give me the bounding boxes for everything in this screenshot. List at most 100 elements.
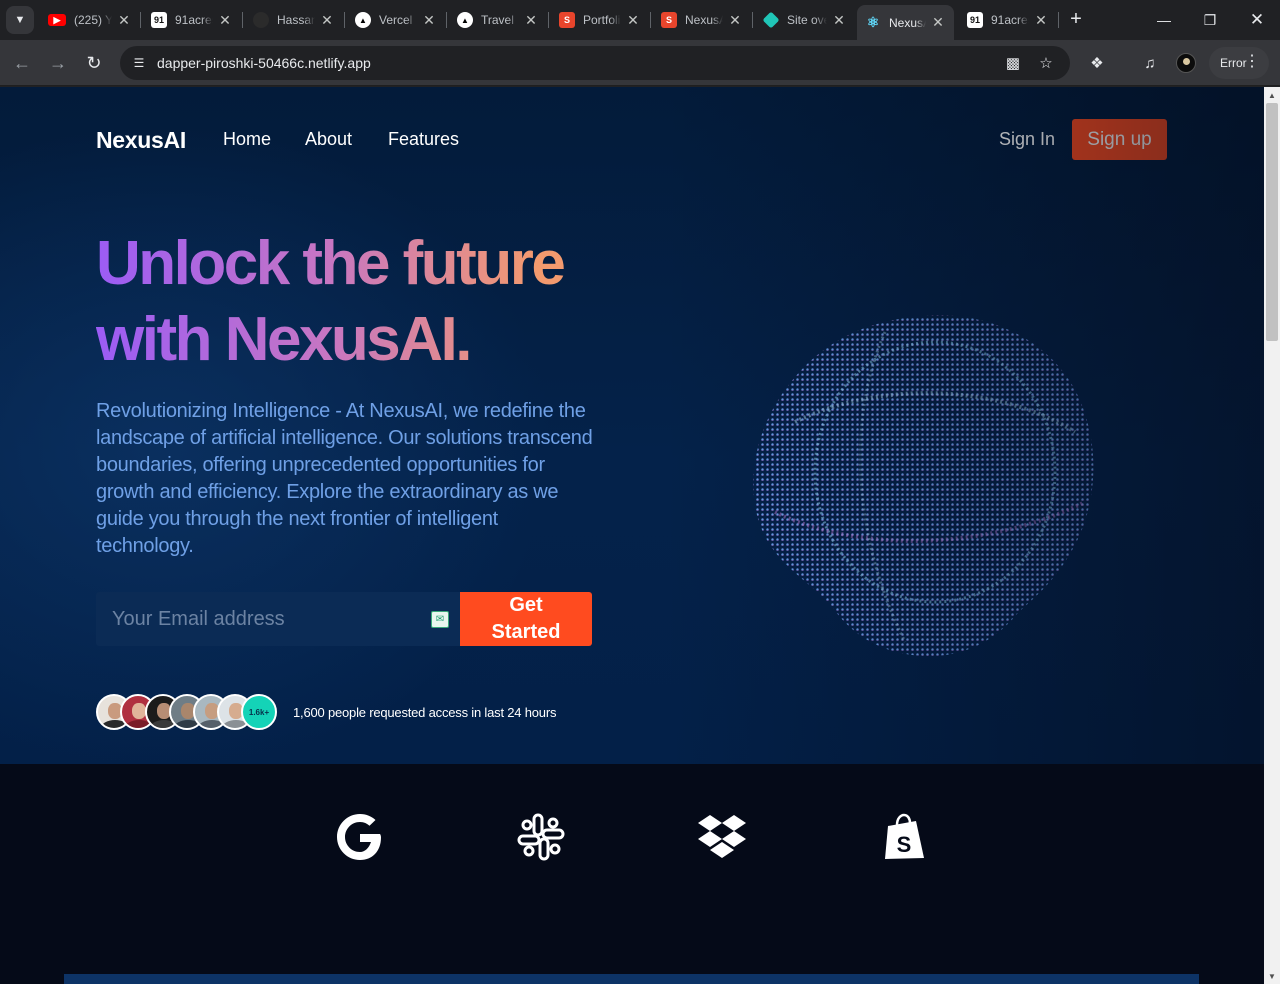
91-icon: 91	[151, 12, 167, 28]
tab-search-button[interactable]: ▼	[6, 6, 34, 34]
close-icon[interactable]: ✕	[421, 12, 437, 29]
close-icon[interactable]: ✕	[930, 14, 946, 31]
vercel-icon: ▲	[457, 12, 473, 28]
91-icon: 91	[967, 12, 983, 28]
close-icon: ✕	[1249, 10, 1265, 29]
youtube-icon: ▶	[48, 14, 66, 26]
tab-separator	[446, 12, 447, 28]
minimize-button[interactable]: —	[1141, 0, 1187, 40]
s-icon: S	[661, 12, 677, 28]
headline-line-2: with NexusAI.	[96, 305, 471, 374]
profile-avatar[interactable]	[1176, 53, 1196, 73]
tab-separator	[242, 12, 243, 28]
partner-logos-section: S	[0, 764, 1264, 984]
bookmark-star-icon[interactable]: ☆	[1036, 53, 1056, 73]
error-button[interactable]: Error ⋮	[1209, 47, 1269, 79]
tab-separator	[140, 12, 141, 28]
github-icon	[253, 12, 269, 28]
forward-button[interactable]: →	[44, 49, 72, 77]
media-control-icon[interactable]: ♫	[1138, 51, 1162, 75]
close-icon[interactable]: ✕	[523, 12, 539, 29]
tab-label: NexusAI	[889, 15, 926, 30]
email-field-wrapper: ✉	[96, 592, 460, 646]
scroll-up-arrow-icon[interactable]: ▲	[1264, 87, 1280, 103]
tab-netlify[interactable]: Site overview ✕	[755, 6, 855, 34]
close-icon[interactable]: ✕	[1033, 12, 1049, 29]
close-icon[interactable]: ✕	[217, 12, 233, 29]
tab-youtube[interactable]: ▶ (225) YouTube ✕	[40, 6, 140, 34]
tab-github[interactable]: Hassan ✕	[245, 6, 343, 34]
extensions-icon[interactable]: ❖	[1085, 51, 1109, 75]
close-icon[interactable]: ✕	[727, 12, 743, 29]
tab-label: Vercel	[379, 13, 413, 27]
error-label: Error	[1220, 56, 1247, 70]
hero-description: Revolutionizing Intelligence - At NexusA…	[96, 400, 593, 557]
close-icon[interactable]: ✕	[625, 12, 641, 29]
vercel-icon: ▲	[355, 12, 371, 28]
tab-label: Portfolio	[583, 13, 621, 27]
browser-toolbar: ← → ↻ ☰ dapper-piroshki-50466c.netlify.a…	[0, 40, 1280, 86]
s-icon: S	[559, 12, 575, 28]
address-bar[interactable]: ☰ dapper-piroshki-50466c.netlify.app ▩ ☆	[120, 46, 1070, 80]
footer-band	[64, 974, 1199, 984]
install-app-icon[interactable]: ▩	[1003, 53, 1023, 73]
reload-icon: ↻	[86, 52, 102, 73]
close-window-button[interactable]: ✕	[1234, 0, 1280, 40]
minimize-icon: —	[1157, 12, 1171, 28]
svg-text:S: S	[897, 832, 912, 857]
avatar-count-badge: 1.6k+	[241, 694, 277, 730]
email-input[interactable]	[96, 592, 426, 646]
tab-separator	[650, 12, 651, 28]
page-scrollbar[interactable]: ▲ ▼	[1264, 87, 1280, 984]
tab-strip: ▼ ▶ (225) YouTube ✕ 91 91acres ✕ Hassan …	[0, 0, 1280, 40]
tab-separator	[752, 12, 753, 28]
nav-about[interactable]: About	[305, 129, 352, 150]
site-info-icon[interactable]: ☰	[130, 54, 148, 72]
slack-logo	[517, 813, 565, 861]
scroll-down-arrow-icon[interactable]: ▼	[1264, 968, 1280, 984]
restore-button[interactable]: ❐	[1187, 0, 1233, 40]
hero-headline: Unlock the future with NexusAI.	[96, 226, 616, 378]
url-text[interactable]: dapper-piroshki-50466c.netlify.app	[157, 55, 371, 71]
close-icon[interactable]: ✕	[831, 12, 847, 29]
sign-up-button[interactable]: Sign up	[1072, 119, 1167, 160]
tab-separator	[1058, 12, 1059, 28]
close-icon[interactable]: ✕	[319, 12, 335, 29]
nav-home[interactable]: Home	[223, 129, 271, 150]
tab-label: Travel	[481, 13, 514, 27]
plus-icon: +	[1070, 8, 1082, 30]
access-count-text: 1,600 people requested access in last 24…	[293, 705, 557, 720]
mail-icon[interactable]: ✉	[431, 611, 449, 628]
tab-label: Hassan	[277, 13, 315, 27]
avatar-group: 1.6k+	[96, 694, 286, 732]
google-logo	[337, 814, 381, 860]
tab-portfolio[interactable]: S Portfolio ✕	[551, 6, 649, 34]
tab-label: (225) YouTube	[74, 13, 112, 27]
brand-logo[interactable]: NexusAI	[96, 127, 186, 154]
tab-nexusai-active[interactable]: ⚛ NexusAI ✕	[857, 5, 954, 40]
reload-button[interactable]: ↻	[80, 49, 108, 77]
new-tab-button[interactable]: +	[1064, 8, 1088, 32]
tab-nexusai-s[interactable]: S NexusAI ✕	[653, 6, 751, 34]
get-started-button[interactable]: Get Started	[460, 592, 592, 646]
tab-91acres[interactable]: 91 91acres ✕	[143, 6, 241, 34]
tab-separator	[344, 12, 345, 28]
shopify-logo: S	[885, 813, 924, 859]
arrow-left-icon: ←	[13, 52, 31, 73]
tab-vercel[interactable]: ▲ Vercel ✕	[347, 6, 445, 34]
close-icon[interactable]: ✕	[116, 12, 132, 29]
arrow-right-icon: →	[49, 52, 67, 73]
tab-travel[interactable]: ▲ Travel ✕	[449, 6, 547, 34]
tab-91acres-2[interactable]: 91 91acres ✕	[959, 6, 1057, 34]
nav-features[interactable]: Features	[388, 129, 459, 150]
tab-label: 91acres	[991, 13, 1029, 27]
chevron-down-icon: ▼	[14, 14, 26, 26]
netlify-icon	[762, 11, 780, 29]
hero-section: NexusAI Home About Features Sign In Sign…	[0, 87, 1264, 764]
scroll-thumb[interactable]	[1266, 103, 1278, 341]
sign-in-link[interactable]: Sign In	[999, 129, 1055, 150]
headline-line-1: Unlock the future	[96, 229, 564, 298]
back-button[interactable]: ←	[8, 49, 36, 77]
tab-separator	[548, 12, 549, 28]
react-icon: ⚛	[866, 14, 880, 30]
